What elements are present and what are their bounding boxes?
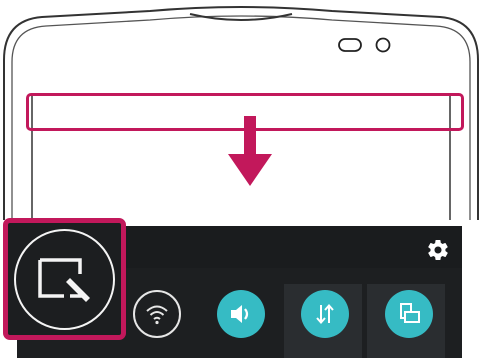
qslide-window-icon <box>37 257 90 302</box>
gear-icon[interactable] <box>426 238 450 262</box>
wifi-icon <box>146 305 168 325</box>
qslide-toggle[interactable] <box>14 229 115 330</box>
qslide-callout <box>3 218 126 340</box>
drag-down-arrow-icon <box>228 116 272 186</box>
front-camera-icon <box>338 37 391 53</box>
rotation-toggle[interactable] <box>385 290 433 338</box>
manual-illustration <box>0 0 482 358</box>
speaker-icon <box>231 305 249 323</box>
data-arrows-icon <box>316 303 334 325</box>
wifi-toggle[interactable] <box>133 290 181 338</box>
data-toggle[interactable] <box>301 290 349 338</box>
sound-toggle[interactable] <box>217 290 265 338</box>
screen-rotation-icon <box>400 303 420 323</box>
